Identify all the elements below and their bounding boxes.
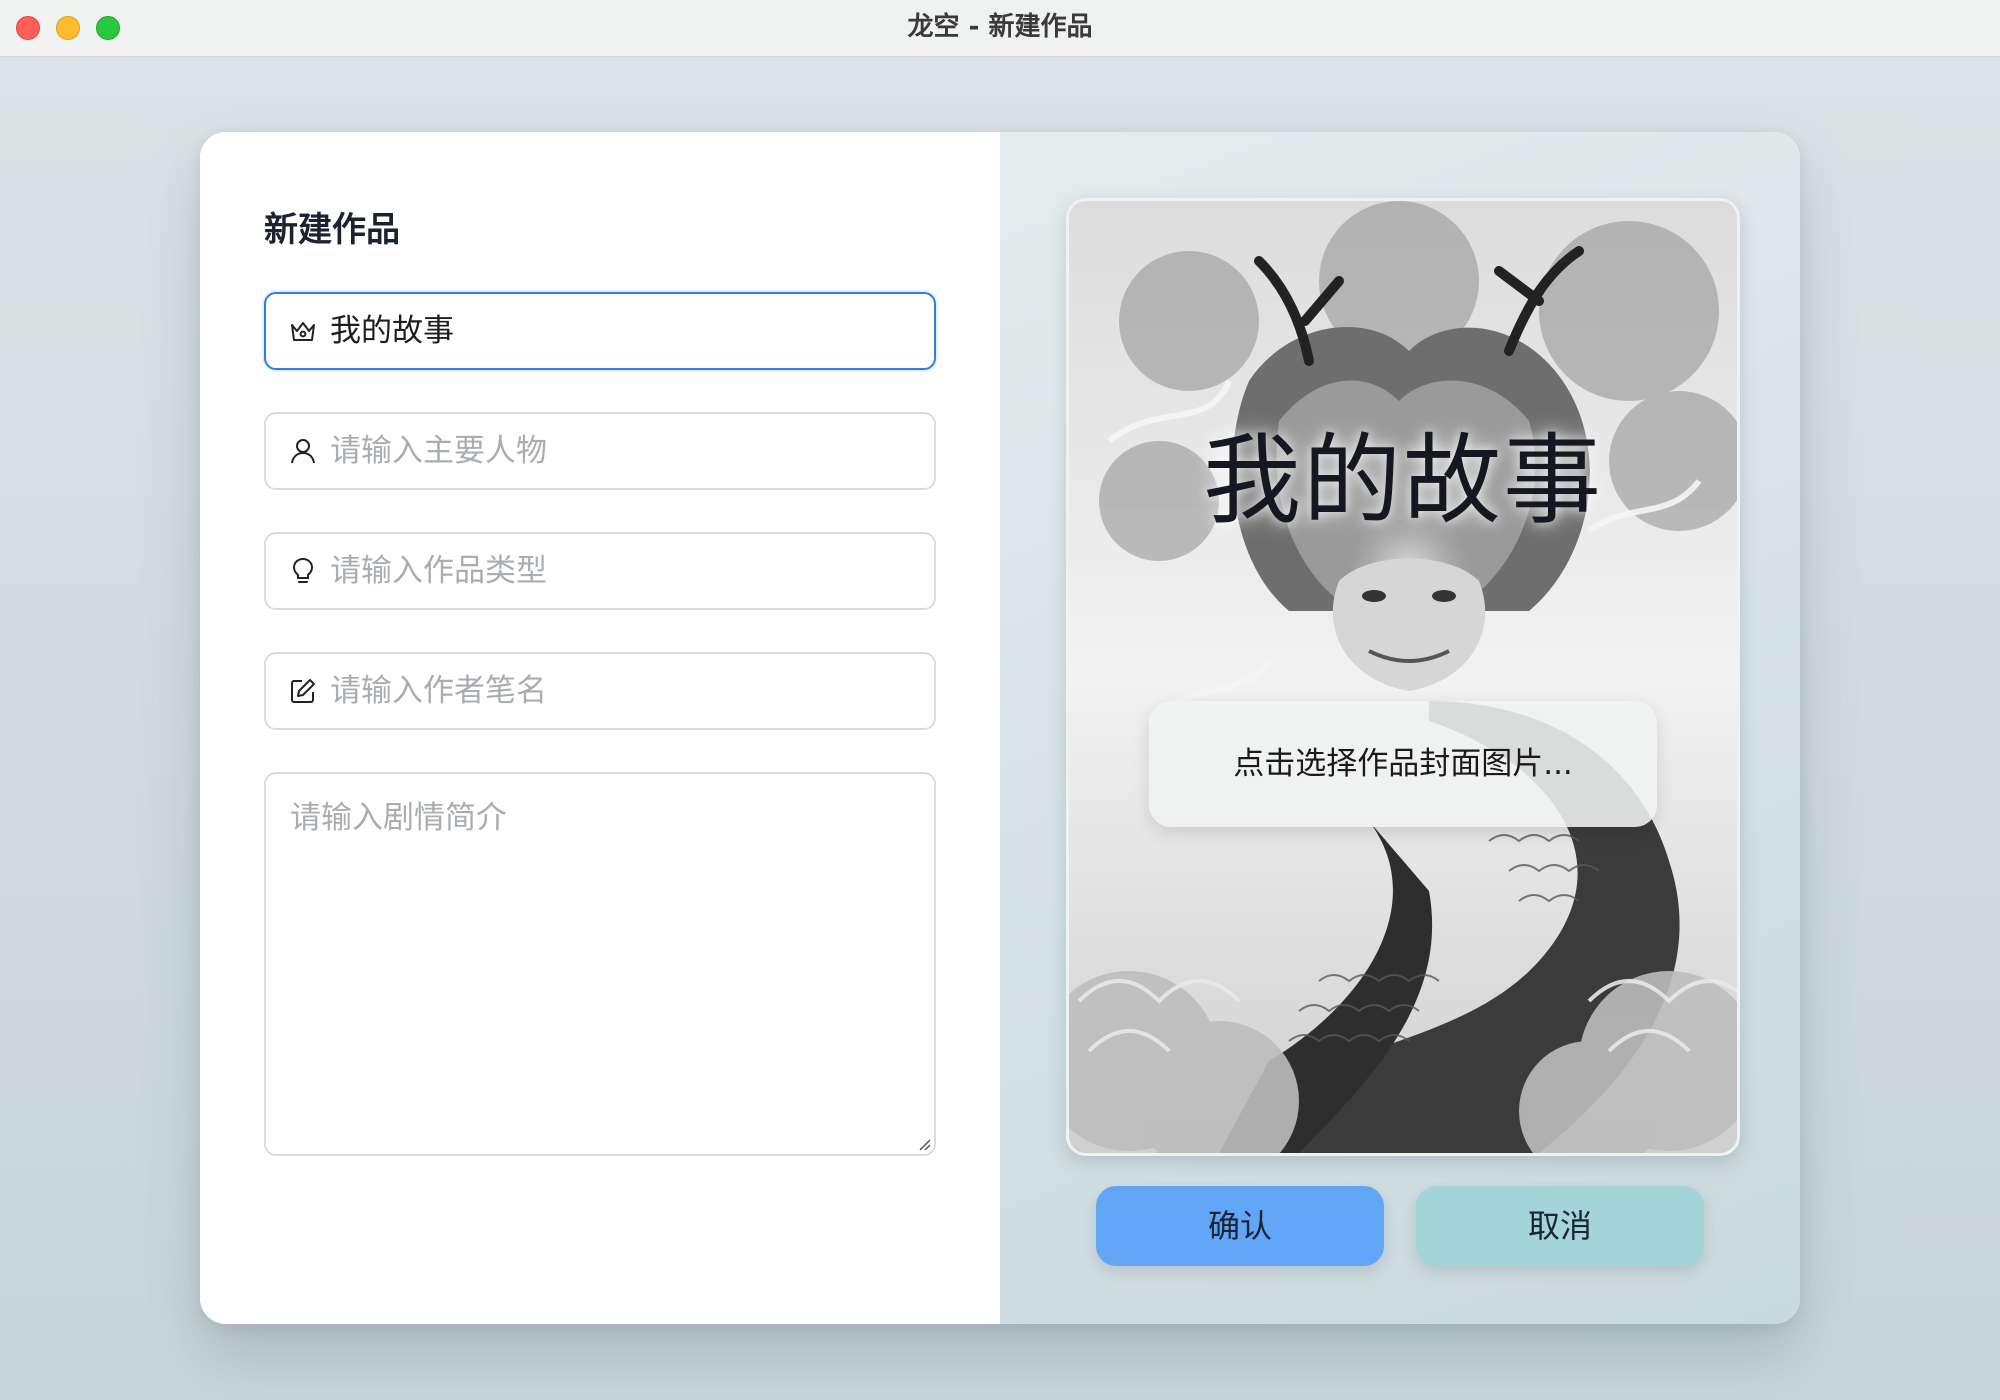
genre-input[interactable]: 请输入作品类型: [264, 532, 936, 610]
choose-cover-button[interactable]: 点击选择作品封面图片...: [1149, 701, 1657, 827]
user-icon: [288, 436, 318, 466]
synopsis-placeholder: 请输入剧情简介: [290, 800, 507, 836]
form-heading: 新建作品: [264, 210, 400, 250]
resize-grip-icon[interactable]: [916, 1136, 932, 1152]
edit-icon: [288, 676, 318, 706]
cover-title: 我的故事: [1202, 424, 1603, 538]
character-input[interactable]: 请输入主要人物: [264, 412, 936, 490]
window-title: 龙空 - 新建作品: [907, 12, 1093, 42]
form-pane: 新建作品 我的故事 请输入主要人物 请输入作品类型 请输入作者笔名 请输入剧情简…: [200, 132, 1000, 1324]
author-input-placeholder: 请输入作者笔名: [330, 673, 547, 709]
confirm-button[interactable]: 确认: [1096, 1186, 1384, 1266]
synopsis-textarea[interactable]: 请输入剧情简介: [264, 772, 936, 1156]
author-input[interactable]: 请输入作者笔名: [264, 652, 936, 730]
cancel-button[interactable]: 取消: [1416, 1186, 1704, 1266]
title-input[interactable]: 我的故事: [264, 292, 936, 370]
dragon-illustration: [1069, 201, 1737, 1153]
window-titlebar: 龙空 - 新建作品: [0, 0, 2000, 57]
crown-icon: [288, 316, 318, 346]
character-input-placeholder: 请输入主要人物: [330, 433, 547, 469]
lightbulb-icon: [288, 556, 318, 586]
title-input-value: 我的故事: [330, 313, 454, 349]
new-work-dialog: 新建作品 我的故事 请输入主要人物 请输入作品类型 请输入作者笔名 请输入剧情简…: [200, 132, 1800, 1324]
cover-preview-pane: 我的故事 点击选择作品封面图片... 确认 取消: [1000, 132, 1800, 1324]
cover-image[interactable]: 我的故事 点击选择作品封面图片...: [1066, 198, 1740, 1156]
genre-input-placeholder: 请输入作品类型: [330, 553, 547, 589]
